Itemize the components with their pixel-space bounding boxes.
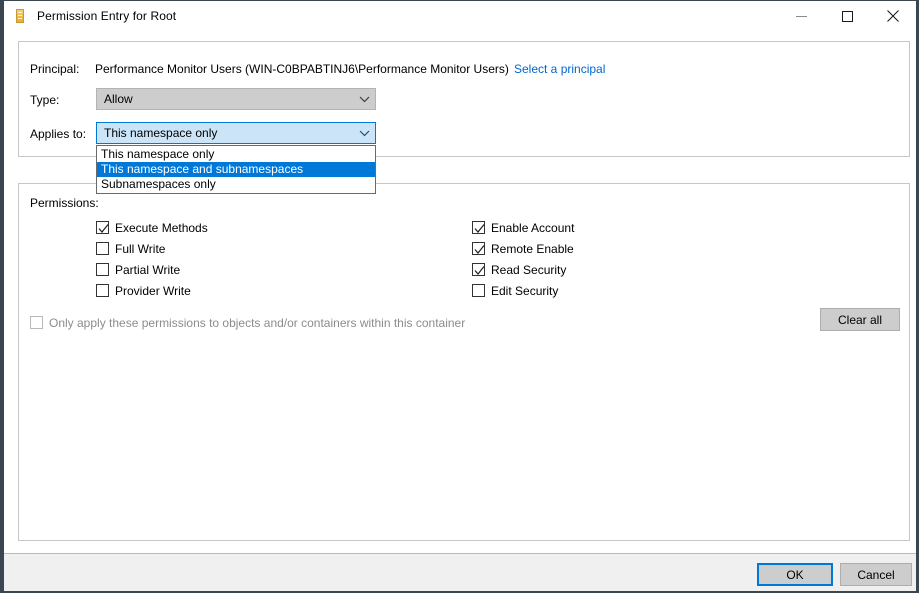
list-item-label: Subnamespaces only — [101, 177, 216, 191]
checkbox-box — [96, 263, 109, 276]
checkbox-provider-write[interactable]: Provider Write — [96, 282, 191, 299]
maximize-button[interactable] — [824, 1, 870, 31]
checkbox-box — [472, 284, 485, 297]
checkbox-label: Only apply these permissions to objects … — [49, 315, 466, 330]
checkbox-box — [472, 242, 485, 255]
minimize-icon — [795, 15, 807, 17]
check-icon — [474, 224, 485, 233]
list-item[interactable]: This namespace and subnamespaces — [97, 162, 375, 177]
checkbox-execute-methods[interactable]: Execute Methods — [96, 219, 208, 236]
chevron-down-icon — [353, 130, 375, 137]
checkbox-label: Read Security — [491, 262, 567, 277]
cancel-button[interactable]: Cancel — [840, 563, 912, 586]
check-icon — [474, 266, 485, 275]
applies-to-combobox[interactable]: This namespace only — [96, 122, 376, 144]
type-combobox-value: Allow — [104, 92, 133, 106]
checkbox-box — [472, 221, 485, 234]
list-item[interactable]: This namespace only — [97, 147, 375, 162]
checkbox-box — [96, 242, 109, 255]
checkbox-edit-security[interactable]: Edit Security — [472, 282, 558, 299]
checkbox-label: Partial Write — [115, 262, 181, 277]
footer-separator — [4, 553, 916, 554]
checkbox-read-security[interactable]: Read Security — [472, 261, 566, 278]
checkbox-only-apply-to-container: Only apply these permissions to objects … — [30, 314, 465, 331]
permissions-panel — [18, 183, 910, 541]
checkbox-box — [30, 316, 43, 329]
checkbox-label: Full Write — [115, 241, 166, 256]
applies-to-label: Applies to: — [30, 127, 87, 141]
checkbox-full-write[interactable]: Full Write — [96, 240, 165, 257]
chevron-down-icon — [353, 96, 375, 103]
title-bar: Permission Entry for Root — [4, 1, 916, 31]
checkbox-label: Remote Enable — [491, 241, 574, 256]
list-item-label: This namespace and subnamespaces — [101, 162, 304, 176]
list-item-label: This namespace only — [101, 147, 215, 161]
permissions-label: Permissions: — [30, 196, 99, 210]
minimize-button[interactable] — [778, 1, 824, 31]
check-icon — [474, 245, 485, 254]
type-label: Type: — [30, 93, 60, 107]
principal-label: Principal: — [30, 62, 80, 76]
select-a-principal-link[interactable]: Select a principal — [514, 62, 605, 76]
checkbox-partial-write[interactable]: Partial Write — [96, 261, 180, 278]
applies-to-combobox-value: This namespace only — [104, 126, 218, 140]
checkbox-box — [472, 263, 485, 276]
document-icon — [13, 8, 29, 24]
maximize-icon — [841, 10, 853, 22]
checkbox-remote-enable[interactable]: Remote Enable — [472, 240, 574, 257]
checkbox-label: Execute Methods — [115, 220, 208, 235]
principal-value: Performance Monitor Users (WIN-C0BPABTIN… — [95, 62, 509, 76]
checkbox-label: Enable Account — [491, 220, 575, 235]
checkbox-label: Provider Write — [115, 283, 191, 298]
list-item[interactable]: Subnamespaces only — [97, 177, 375, 192]
close-button[interactable] — [870, 1, 916, 31]
checkbox-label: Edit Security — [491, 283, 559, 298]
checkbox-box — [96, 221, 109, 234]
checkbox-box — [96, 284, 109, 297]
clear-all-button[interactable]: Clear all — [820, 308, 900, 331]
applies-to-dropdown-list[interactable]: This namespace only This namespace and s… — [96, 145, 376, 194]
checkbox-enable-account[interactable]: Enable Account — [472, 219, 574, 236]
permission-entry-dialog: Permission Entry for Root Principal: Per… — [0, 0, 919, 593]
type-combobox[interactable]: Allow — [96, 88, 376, 110]
window-controls — [778, 1, 916, 31]
close-icon — [887, 10, 899, 22]
ok-button[interactable]: OK — [757, 563, 833, 586]
check-icon — [98, 224, 109, 233]
window-title: Permission Entry for Root — [37, 9, 177, 23]
